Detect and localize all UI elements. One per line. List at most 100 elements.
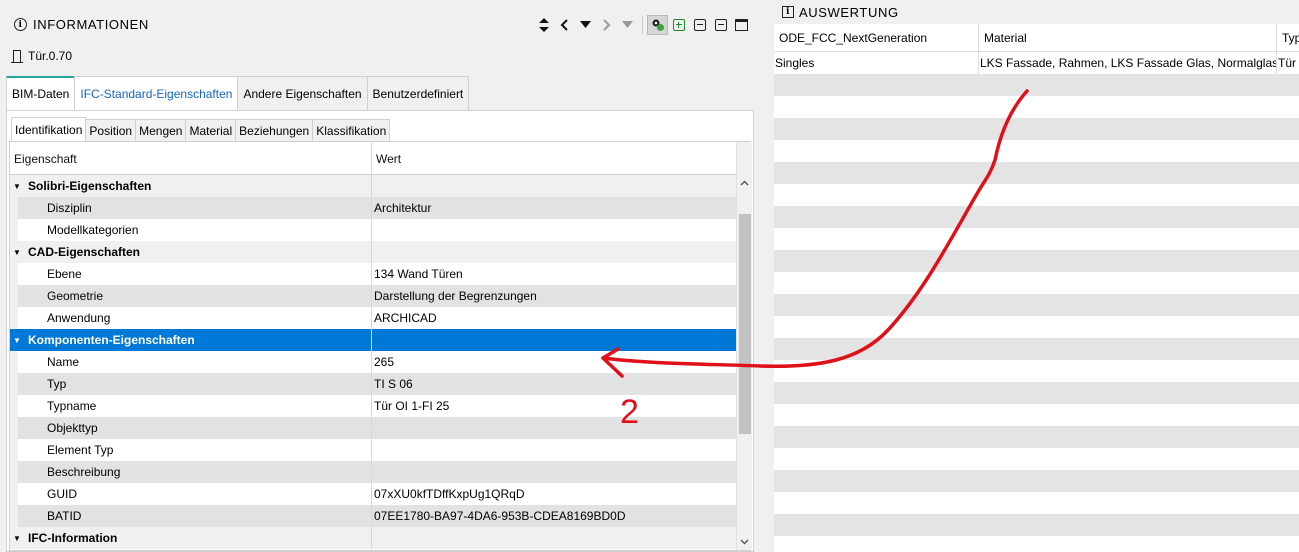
cell-ode-fcc: Singles (774, 52, 979, 74)
column-header-value[interactable]: Wert (372, 142, 401, 175)
column-header-material[interactable]: Material (979, 24, 1277, 52)
table-row[interactable]: BATID 07EE1780-BA97-4DA6-953B-CDEA8169BD0… (10, 505, 736, 527)
indent-strip (10, 307, 18, 329)
property-name: Disziplin (47, 201, 92, 215)
empty-row (774, 184, 1299, 206)
subtab-material[interactable]: Material (185, 119, 237, 141)
subtab-mengen[interactable]: Mengen (135, 119, 187, 141)
property-name: Ebene (47, 267, 82, 281)
sort-updown-icon[interactable] (533, 15, 554, 35)
cell-material: LKS Fassade, Rahmen, LKS Fassade Glas, N… (979, 52, 1277, 74)
info-box-icon: i (782, 6, 794, 18)
clipboard-icon[interactable] (710, 15, 731, 35)
property-value (373, 175, 736, 197)
informationen-panel: i INFORMATIONEN Tür.0.70 BIM-Daten IFC-S… (0, 0, 760, 552)
remove-icon[interactable] (689, 15, 710, 35)
property-value: Tür OI 1-FI 25 (374, 399, 450, 413)
tab-andere-eigenschaften[interactable]: Andere Eigenschaften (237, 76, 368, 110)
empty-row (774, 140, 1299, 162)
property-cell: BATID (10, 505, 372, 527)
table-row[interactable]: Modellkategorien (10, 219, 736, 241)
table-row[interactable]: Disziplin Architektur (10, 197, 736, 219)
empty-row (774, 536, 1299, 552)
property-name: Typname (47, 399, 97, 413)
table-row[interactable]: Anwendung ARCHICAD (10, 307, 736, 329)
property-value: 07EE1780-BA97-4DA6-953B-CDEA8169BD0D (374, 509, 626, 523)
group-row[interactable]: ▼ CAD-Eigenschaften (10, 241, 736, 263)
expand-toggle-icon[interactable]: ▼ (10, 248, 24, 257)
subtab-position[interactable]: Position (85, 119, 137, 141)
dropdown-arrow-disabled-icon[interactable] (617, 15, 638, 35)
add-icon[interactable] (668, 15, 689, 35)
expand-toggle-icon[interactable]: ▼ (10, 336, 24, 345)
tab-benutzerdefiniert[interactable]: Benutzerdefiniert (366, 76, 470, 110)
property-cell: ▼ Komponenten-Eigenschaften (10, 329, 372, 351)
property-name: Komponenten-Eigenschaften (28, 333, 195, 347)
property-cell: Geometrie (10, 285, 372, 307)
table-row[interactable]: Ebene 134 Wand Türen (10, 263, 736, 285)
table-row[interactable]: Objekttyp (10, 417, 736, 439)
property-cell: Modellkategorien (10, 219, 372, 241)
dropdown-arrow-icon[interactable] (575, 15, 596, 35)
indent-strip (10, 351, 18, 373)
column-header-ode-fcc[interactable]: ODE_FCC_NextGeneration (774, 24, 979, 52)
table-row[interactable]: GUID 07xXU0kfTDffKxpUg1QRqD (10, 483, 736, 505)
group-row[interactable]: ▼ IFC-Information (10, 527, 736, 549)
group-row[interactable]: ▼ Komponenten-Eigenschaften (10, 329, 736, 351)
cell-typ: Tür OI 1-FI 25 (1278, 56, 1299, 70)
indent-strip (10, 439, 18, 461)
table-row[interactable]: Name 265 (10, 351, 736, 373)
grid-rows: ▼ Solibri-Eigenschaften Disziplin Architekt… (10, 175, 736, 549)
next-icon[interactable] (596, 15, 617, 35)
tab-ifc-standard-eigenschaften[interactable]: IFC-Standard-Eigenschaften (74, 76, 239, 110)
empty-row (774, 316, 1299, 338)
table-row[interactable]: Element Typ (10, 439, 736, 461)
column-header-typ[interactable]: Typ (1277, 24, 1299, 52)
table-row[interactable]: Typ TI S 06 (10, 373, 736, 395)
empty-rows (774, 74, 1299, 552)
expand-toggle-icon[interactable]: ▼ (10, 182, 24, 191)
expand-toggle-icon[interactable]: ▼ (10, 534, 24, 543)
empty-row (774, 206, 1299, 228)
property-value (373, 241, 736, 263)
property-cell: ▼ IFC-Information (10, 527, 372, 549)
previous-icon[interactable] (554, 15, 575, 35)
property-value (373, 461, 736, 483)
subtab-beziehungen[interactable]: Beziehungen (235, 119, 314, 141)
table-row[interactable]: Singles LKS Fassade, Rahmen, LKS Fassade… (774, 52, 1299, 74)
main-tabs: BIM-Daten IFC-Standard-Eigenschaften And… (6, 76, 470, 110)
empty-row (774, 426, 1299, 448)
property-cell: Objekttyp (10, 417, 372, 439)
property-cell: Typ (10, 373, 372, 395)
indent-strip (10, 373, 18, 395)
property-value: 07xXU0kfTDffKxpUg1QRqD (374, 487, 525, 501)
screen: i INFORMATIONEN Tür.0.70 BIM-Daten IFC-S… (0, 0, 1299, 552)
tab-bim-daten[interactable]: BIM-Daten (6, 76, 76, 110)
property-cell: Disziplin (10, 197, 372, 219)
property-name: BATID (47, 509, 82, 523)
group-row[interactable]: ▼ Solibri-Eigenschaften (10, 175, 736, 197)
table-row[interactable]: Typname Tür OI 1-FI 25 (10, 395, 736, 417)
subtab-klassifikation[interactable]: Klassifikation (312, 119, 391, 141)
table-row[interactable]: Geometrie Darstellung der Begrenzungen (10, 285, 736, 307)
scrollbar-thumb[interactable] (739, 214, 751, 434)
vertical-scrollbar[interactable] (736, 142, 752, 550)
property-value: Architektur (374, 201, 432, 215)
scroll-down-icon[interactable] (737, 534, 752, 550)
link-selection-icon[interactable] (647, 15, 668, 35)
window-icon[interactable] (731, 15, 752, 35)
property-grid: Eigenschaft Wert ▼ Solibri-Eigenschaften D… (9, 141, 752, 551)
empty-row (774, 404, 1299, 426)
scroll-up-icon[interactable] (737, 175, 752, 191)
subtab-identifikation[interactable]: Identifikation (11, 117, 87, 141)
empty-row (774, 74, 1299, 96)
object-name: Tür.0.70 (28, 49, 73, 63)
indent-strip (10, 505, 18, 527)
column-header-property[interactable]: Eigenschaft (10, 142, 77, 175)
table-row[interactable]: Beschreibung (10, 461, 736, 483)
indent-strip (10, 483, 18, 505)
property-cell: Ebene (10, 263, 372, 285)
property-value: TI S 06 (374, 377, 413, 391)
door-icon (11, 50, 23, 63)
panel-title: i INFORMATIONEN (14, 17, 149, 32)
